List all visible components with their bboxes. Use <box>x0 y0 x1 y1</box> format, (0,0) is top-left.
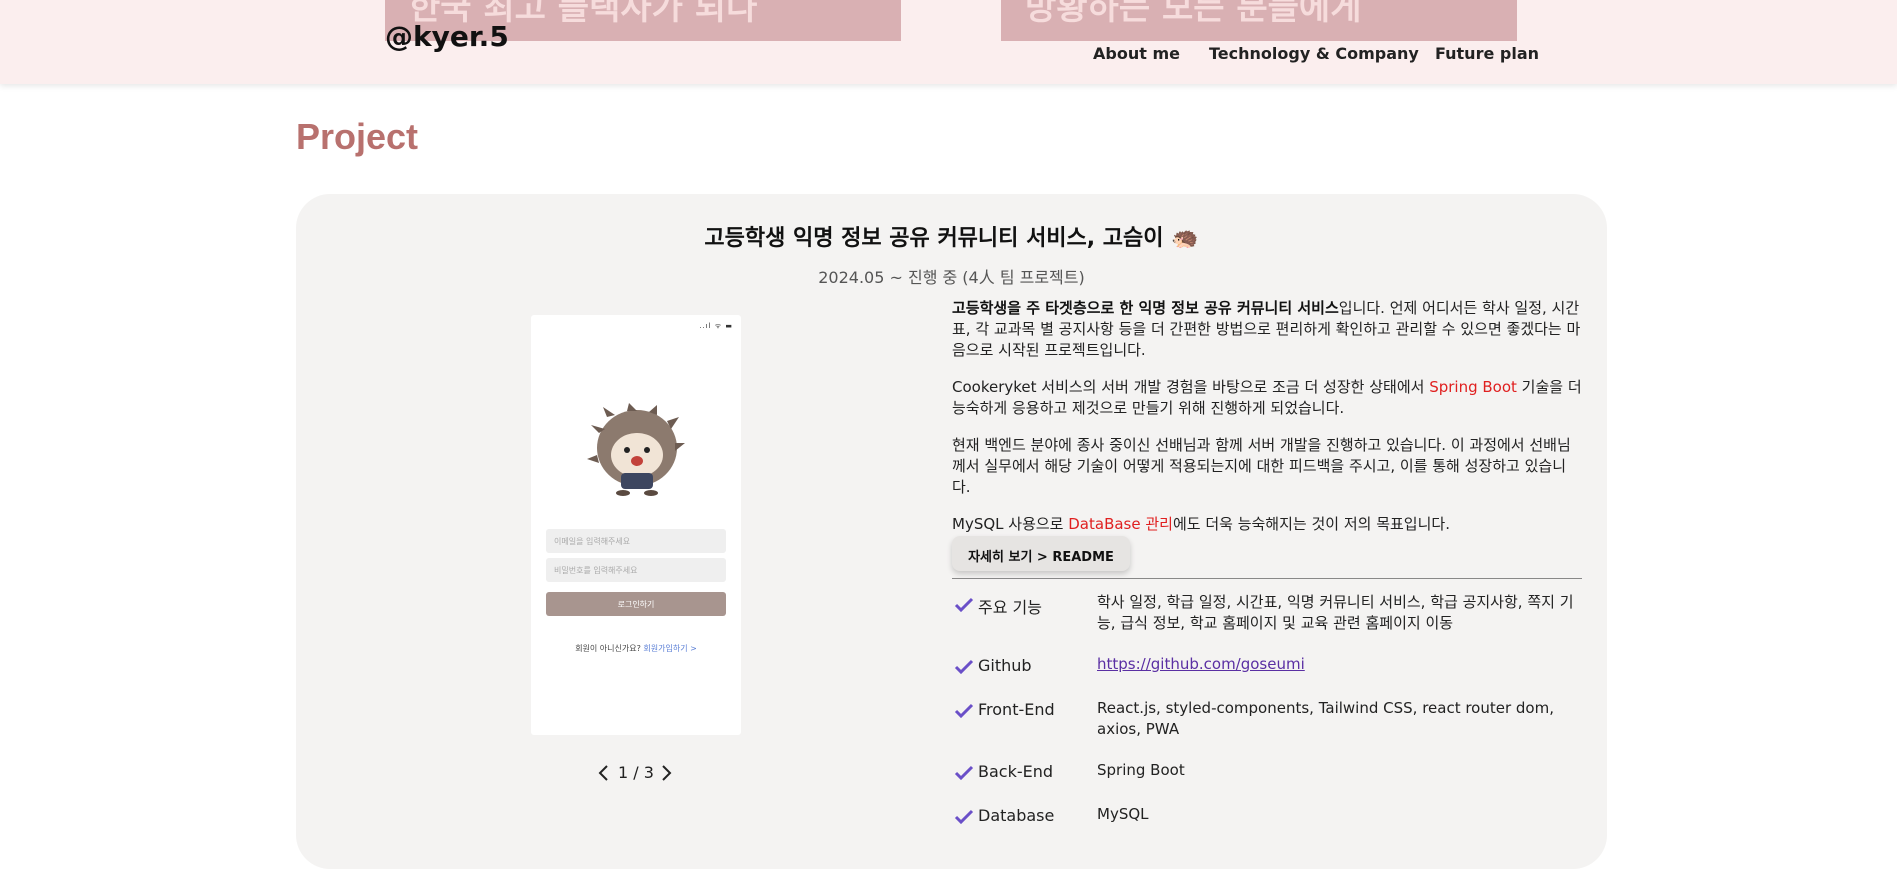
check-icon <box>954 597 974 613</box>
nav-about-me[interactable]: About me <box>1093 44 1180 63</box>
spec-label: Github <box>978 656 1032 675</box>
check-icon <box>954 659 974 675</box>
description-paragraph-2: Cookeryket 서비스의 서버 개발 경험을 바탕으로 조금 더 성장한 … <box>952 377 1582 419</box>
banner-image-right[interactable]: 방황하는 모든 분들에게 <box>1001 0 1517 41</box>
pager-indicator: 1 / 3 <box>618 763 654 782</box>
app-signup-prefix: 회원이 아니신가요? <box>575 644 641 653</box>
project-description: 고등학생을 주 타겟층으로 한 익명 정보 공유 커뮤니티 서비스입니다. 언제… <box>952 298 1582 551</box>
app-signup-prompt: 회원이 아니신가요? 회원가입하기 > <box>531 643 741 654</box>
description-paragraph-1: 고등학생을 주 타겟층으로 한 익명 정보 공유 커뮤니티 서비스입니다. 언제… <box>952 298 1582 361</box>
nav-future-plan[interactable]: Future plan <box>1435 44 1539 63</box>
app-screenshot: ..ıl ᯤ ▬ 이메일을 입력해주세요 비밀번호를 입력해주세요 로그인하기 <box>531 315 741 735</box>
highlight-database: DataBase 관리 <box>1068 515 1173 533</box>
description-paragraph-3: 현재 백엔드 분야에 종사 중이신 선배님과 함께 서버 개발을 진행하고 있습… <box>952 436 1571 496</box>
app-login-button: 로그인하기 <box>546 592 726 616</box>
spec-value: https://github.com/goseumi <box>1097 654 1582 675</box>
spec-value: MySQL <box>1097 805 1149 823</box>
brand-logo[interactable]: @kyer.5 <box>385 20 509 53</box>
spec-label: Back-End <box>978 762 1054 781</box>
app-signup-link: 회원가입하기 > <box>643 644 697 653</box>
spec-label: Front-End <box>978 700 1055 719</box>
chevron-right-icon[interactable] <box>658 761 674 785</box>
spec-value: 학사 일정, 학급 일정, 시간표, 익명 커뮤니티 서비스, 학급 공지사항,… <box>1097 593 1574 632</box>
description-bold: 고등학생을 주 타겟층으로 한 익명 정보 공유 커뮤니티 서비스 <box>952 299 1339 317</box>
check-icon <box>954 703 974 719</box>
image-pager: 1 / 3 <box>596 761 686 785</box>
check-icon <box>954 809 974 825</box>
banner-text-right: 방황하는 모든 분들에게 <box>1025 0 1362 28</box>
app-email-field: 이메일을 입력해주세요 <box>546 529 726 553</box>
highlight-spring-boot: Spring Boot <box>1429 378 1517 396</box>
site-header: 한국 최고 플랙사가 되다 방황하는 모든 분들에게 @kyer.5 About… <box>0 0 1897 84</box>
divider <box>952 578 1582 579</box>
description-text: Cookeryket 서비스의 서버 개발 경험을 바탕으로 조금 더 성장한 … <box>952 378 1430 396</box>
check-icon <box>954 765 974 781</box>
github-link[interactable]: https://github.com/goseumi <box>1097 655 1305 673</box>
description-paragraph-4: MySQL 사용으로 DataBase 관리에도 더욱 능숙해지는 것이 저의 … <box>952 514 1582 535</box>
project-card: 고등학생 익명 정보 공유 커뮤니티 서비스, 고슴이 🦔 2024.05 ~ … <box>296 194 1607 869</box>
description-text: MySQL 사용으로 <box>952 515 1069 533</box>
nav-technology-company[interactable]: Technology & Company <box>1209 44 1419 63</box>
description-text: 에도 더욱 능숙해지는 것이 저의 목표입니다. <box>1172 515 1450 533</box>
spec-label: 주요 기능 <box>978 598 1042 617</box>
spec-value: React.js, styled-components, Tailwind CS… <box>1097 699 1554 738</box>
hedgehog-mascot-icon <box>587 403 685 496</box>
spec-label: Database <box>978 806 1055 825</box>
project-title: 고등학생 익명 정보 공유 커뮤니티 서비스, 고슴이 🦔 <box>704 226 1199 251</box>
project-date: 2024.05 ~ 진행 중 (4人 팀 프로젝트) <box>818 268 1085 287</box>
chevron-left-icon[interactable] <box>596 761 612 785</box>
spec-value: Spring Boot <box>1097 761 1185 779</box>
section-title: Project <box>296 116 419 157</box>
readme-button[interactable]: 자세히 보기 > README <box>952 536 1130 571</box>
status-bar-icons: ..ıl ᯤ ▬ <box>699 322 733 330</box>
app-password-field: 비밀번호를 입력해주세요 <box>546 558 726 582</box>
